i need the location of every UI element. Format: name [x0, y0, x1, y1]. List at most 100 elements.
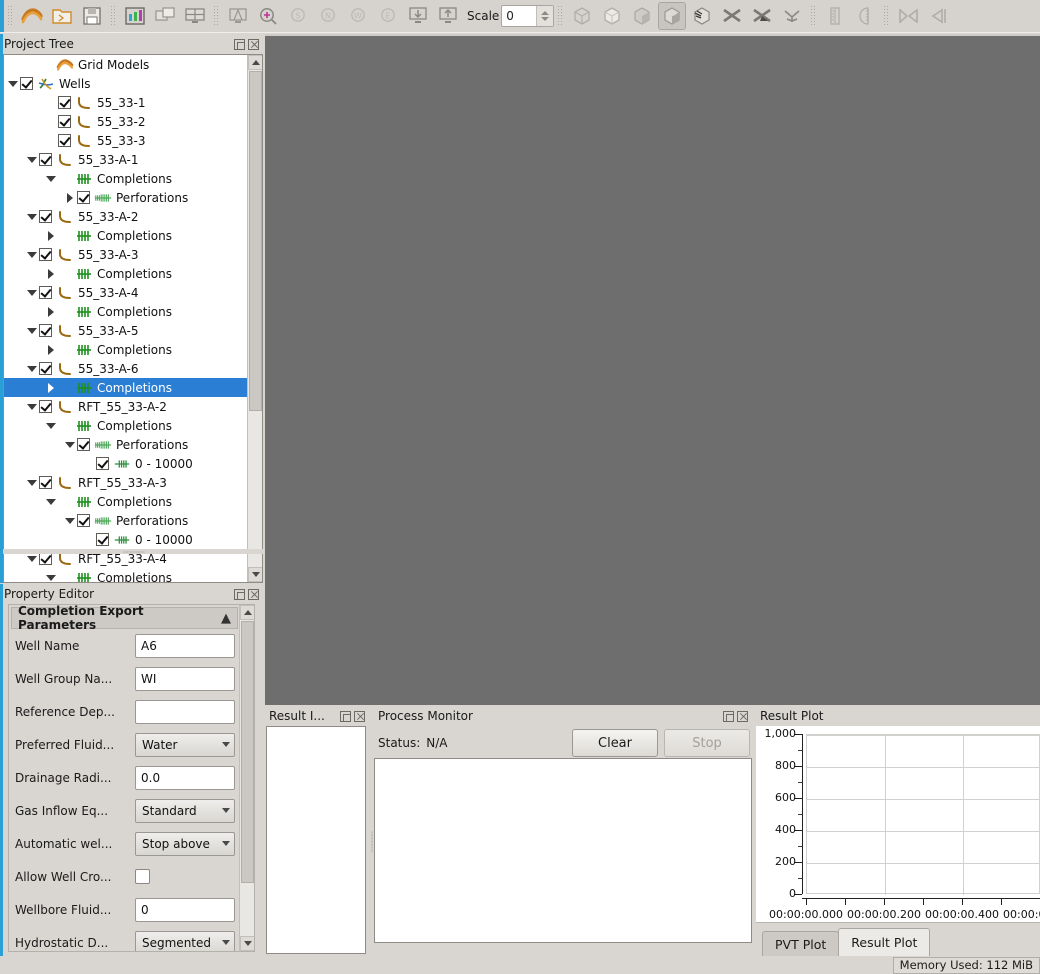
expand-arrow-icon[interactable]: [44, 226, 58, 245]
float-icon[interactable]: [340, 710, 351, 722]
tree-item-checkbox[interactable]: [77, 191, 90, 204]
first-timestep-icon[interactable]: [894, 2, 922, 30]
plot-tab-pvt-plot[interactable]: PVT Plot: [762, 931, 840, 956]
well-path-crossflow-icon[interactable]: [778, 2, 806, 30]
tree-item[interactable]: Completions: [4, 302, 247, 321]
tree-item-checkbox[interactable]: [39, 476, 52, 489]
collapse-arrow-icon[interactable]: [63, 511, 77, 530]
tree-item-checkbox[interactable]: [39, 248, 52, 261]
tree-item-checkbox[interactable]: [20, 77, 33, 90]
collapse-arrow-icon[interactable]: [25, 473, 39, 492]
snapshot-to-clipboard-icon[interactable]: [434, 2, 462, 30]
tree-item[interactable]: RFT_55_33-A-3: [4, 473, 247, 492]
collapse-arrow-icon[interactable]: [44, 492, 58, 511]
tree-item[interactable]: Completions: [4, 169, 247, 188]
tree-item-checkbox[interactable]: [39, 400, 52, 413]
ruler-icon[interactable]: [851, 2, 879, 30]
collapse-arrow-icon[interactable]: [25, 283, 39, 302]
scroll-down-icon[interactable]: [248, 567, 262, 582]
tree-item[interactable]: 55_33-A-3: [4, 245, 247, 264]
tree-item[interactable]: 0 - 10000: [4, 454, 247, 473]
view-south-icon[interactable]: S: [284, 2, 312, 30]
property-text-input[interactable]: WI: [135, 666, 235, 691]
tree-item[interactable]: Completions: [4, 264, 247, 283]
tree-item-checkbox[interactable]: [77, 438, 90, 451]
close-icon[interactable]: [248, 588, 259, 600]
tree-item-checkbox[interactable]: [96, 457, 109, 470]
property-editor-scrollbar[interactable]: [239, 605, 254, 951]
toolbar-grip[interactable]: [557, 5, 565, 27]
collapse-arrow-icon[interactable]: [63, 435, 77, 454]
intersection-box-icon[interactable]: [748, 2, 776, 30]
close-icon[interactable]: [354, 710, 365, 722]
collapse-arrow-icon[interactable]: [25, 397, 39, 416]
scale-input[interactable]: 0: [502, 6, 536, 26]
close-icon[interactable]: [248, 38, 259, 50]
tree-item-checkbox[interactable]: [39, 210, 52, 223]
tree-item[interactable]: Completions: [4, 492, 247, 511]
tree-item[interactable]: 55_33-A-1: [4, 150, 247, 169]
result-plot-canvas[interactable]: 0 200 400 600 800 1,000 00:00:00.000 00:00:00.2…: [756, 726, 1040, 922]
expand-arrow-icon[interactable]: [44, 302, 58, 321]
expand-arrow-icon[interactable]: [44, 264, 58, 283]
view-surface-icon[interactable]: [598, 2, 626, 30]
3d-view-viewport[interactable]: [265, 34, 1040, 705]
scale-spinbox[interactable]: 0: [501, 5, 555, 27]
tree-item[interactable]: 55_33-A-2: [4, 207, 247, 226]
tree-item[interactable]: Perforations: [4, 188, 247, 207]
tree-item-checkbox[interactable]: [39, 324, 52, 337]
tree-item-checkbox[interactable]: [39, 362, 52, 375]
collapse-arrow-icon[interactable]: [44, 416, 58, 435]
tree-item[interactable]: 55_33-A-4: [4, 283, 247, 302]
view-faults-icon[interactable]: [658, 2, 687, 30]
project-tree-scrollbar[interactable]: [247, 55, 262, 582]
toolbar-grip[interactable]: [810, 5, 818, 27]
measurement-icon[interactable]: [821, 2, 849, 30]
scrollbar-thumb[interactable]: [249, 71, 262, 411]
plot-tab-result-plot[interactable]: Result Plot: [838, 928, 931, 956]
scroll-up-icon[interactable]: [248, 55, 262, 70]
tree-item-checkbox[interactable]: [39, 286, 52, 299]
property-text-input[interactable]: 0.0: [135, 765, 235, 790]
tree-item[interactable]: Perforations: [4, 511, 247, 530]
toolbar-grip[interactable]: [7, 5, 14, 27]
tree-item[interactable]: Completions: [4, 416, 247, 435]
tree-item[interactable]: RFT_55_33-A-2: [4, 397, 247, 416]
view-solid-icon[interactable]: [628, 2, 656, 30]
collapse-arrow-icon[interactable]: [44, 568, 58, 582]
tree-item[interactable]: 0 - 10000: [4, 530, 247, 549]
new-window-icon[interactable]: [151, 2, 179, 30]
toolbar-grip[interactable]: [213, 5, 220, 27]
intersection-icon[interactable]: [718, 2, 746, 30]
tree-item-checkbox[interactable]: [58, 134, 71, 147]
snapshot-to-file-icon[interactable]: [404, 2, 432, 30]
view-east-icon[interactable]: E: [374, 2, 402, 30]
collapse-arrow-icon[interactable]: [25, 245, 39, 264]
tree-item[interactable]: 55_33-3: [4, 131, 247, 150]
tree-item-selected[interactable]: Completions: [4, 378, 247, 397]
tree-item-checkbox[interactable]: [58, 115, 71, 128]
property-text-input[interactable]: 0: [135, 897, 235, 922]
toolbar-grip[interactable]: [110, 5, 117, 27]
property-dropdown[interactable]: Segmented: [135, 930, 235, 951]
scale-stepper[interactable]: [536, 6, 554, 26]
scroll-down-icon[interactable]: [240, 936, 254, 951]
view-north-icon[interactable]: N: [314, 2, 342, 30]
float-icon[interactable]: [723, 710, 734, 722]
property-dropdown[interactable]: Stop above: [135, 831, 235, 856]
tree-property-splitter[interactable]: [3, 549, 263, 554]
property-dropdown[interactable]: Water: [135, 732, 235, 757]
tree-item[interactable]: Completions: [4, 226, 247, 245]
expand-arrow-icon[interactable]: [63, 188, 77, 207]
tree-item[interactable]: 55_33-1: [4, 93, 247, 112]
property-text-input[interactable]: [135, 699, 235, 724]
tree-item[interactable]: Wells: [4, 74, 247, 93]
tree-item-checkbox[interactable]: [58, 96, 71, 109]
collapse-arrow-icon[interactable]: [6, 74, 20, 93]
zoom-all-icon[interactable]: [254, 2, 282, 30]
toolbar-grip[interactable]: [883, 5, 891, 27]
expand-arrow-icon[interactable]: [44, 340, 58, 359]
property-text-input[interactable]: A6: [135, 633, 235, 658]
open-project-icon[interactable]: [48, 2, 76, 30]
collapse-arrow-icon[interactable]: [25, 359, 39, 378]
